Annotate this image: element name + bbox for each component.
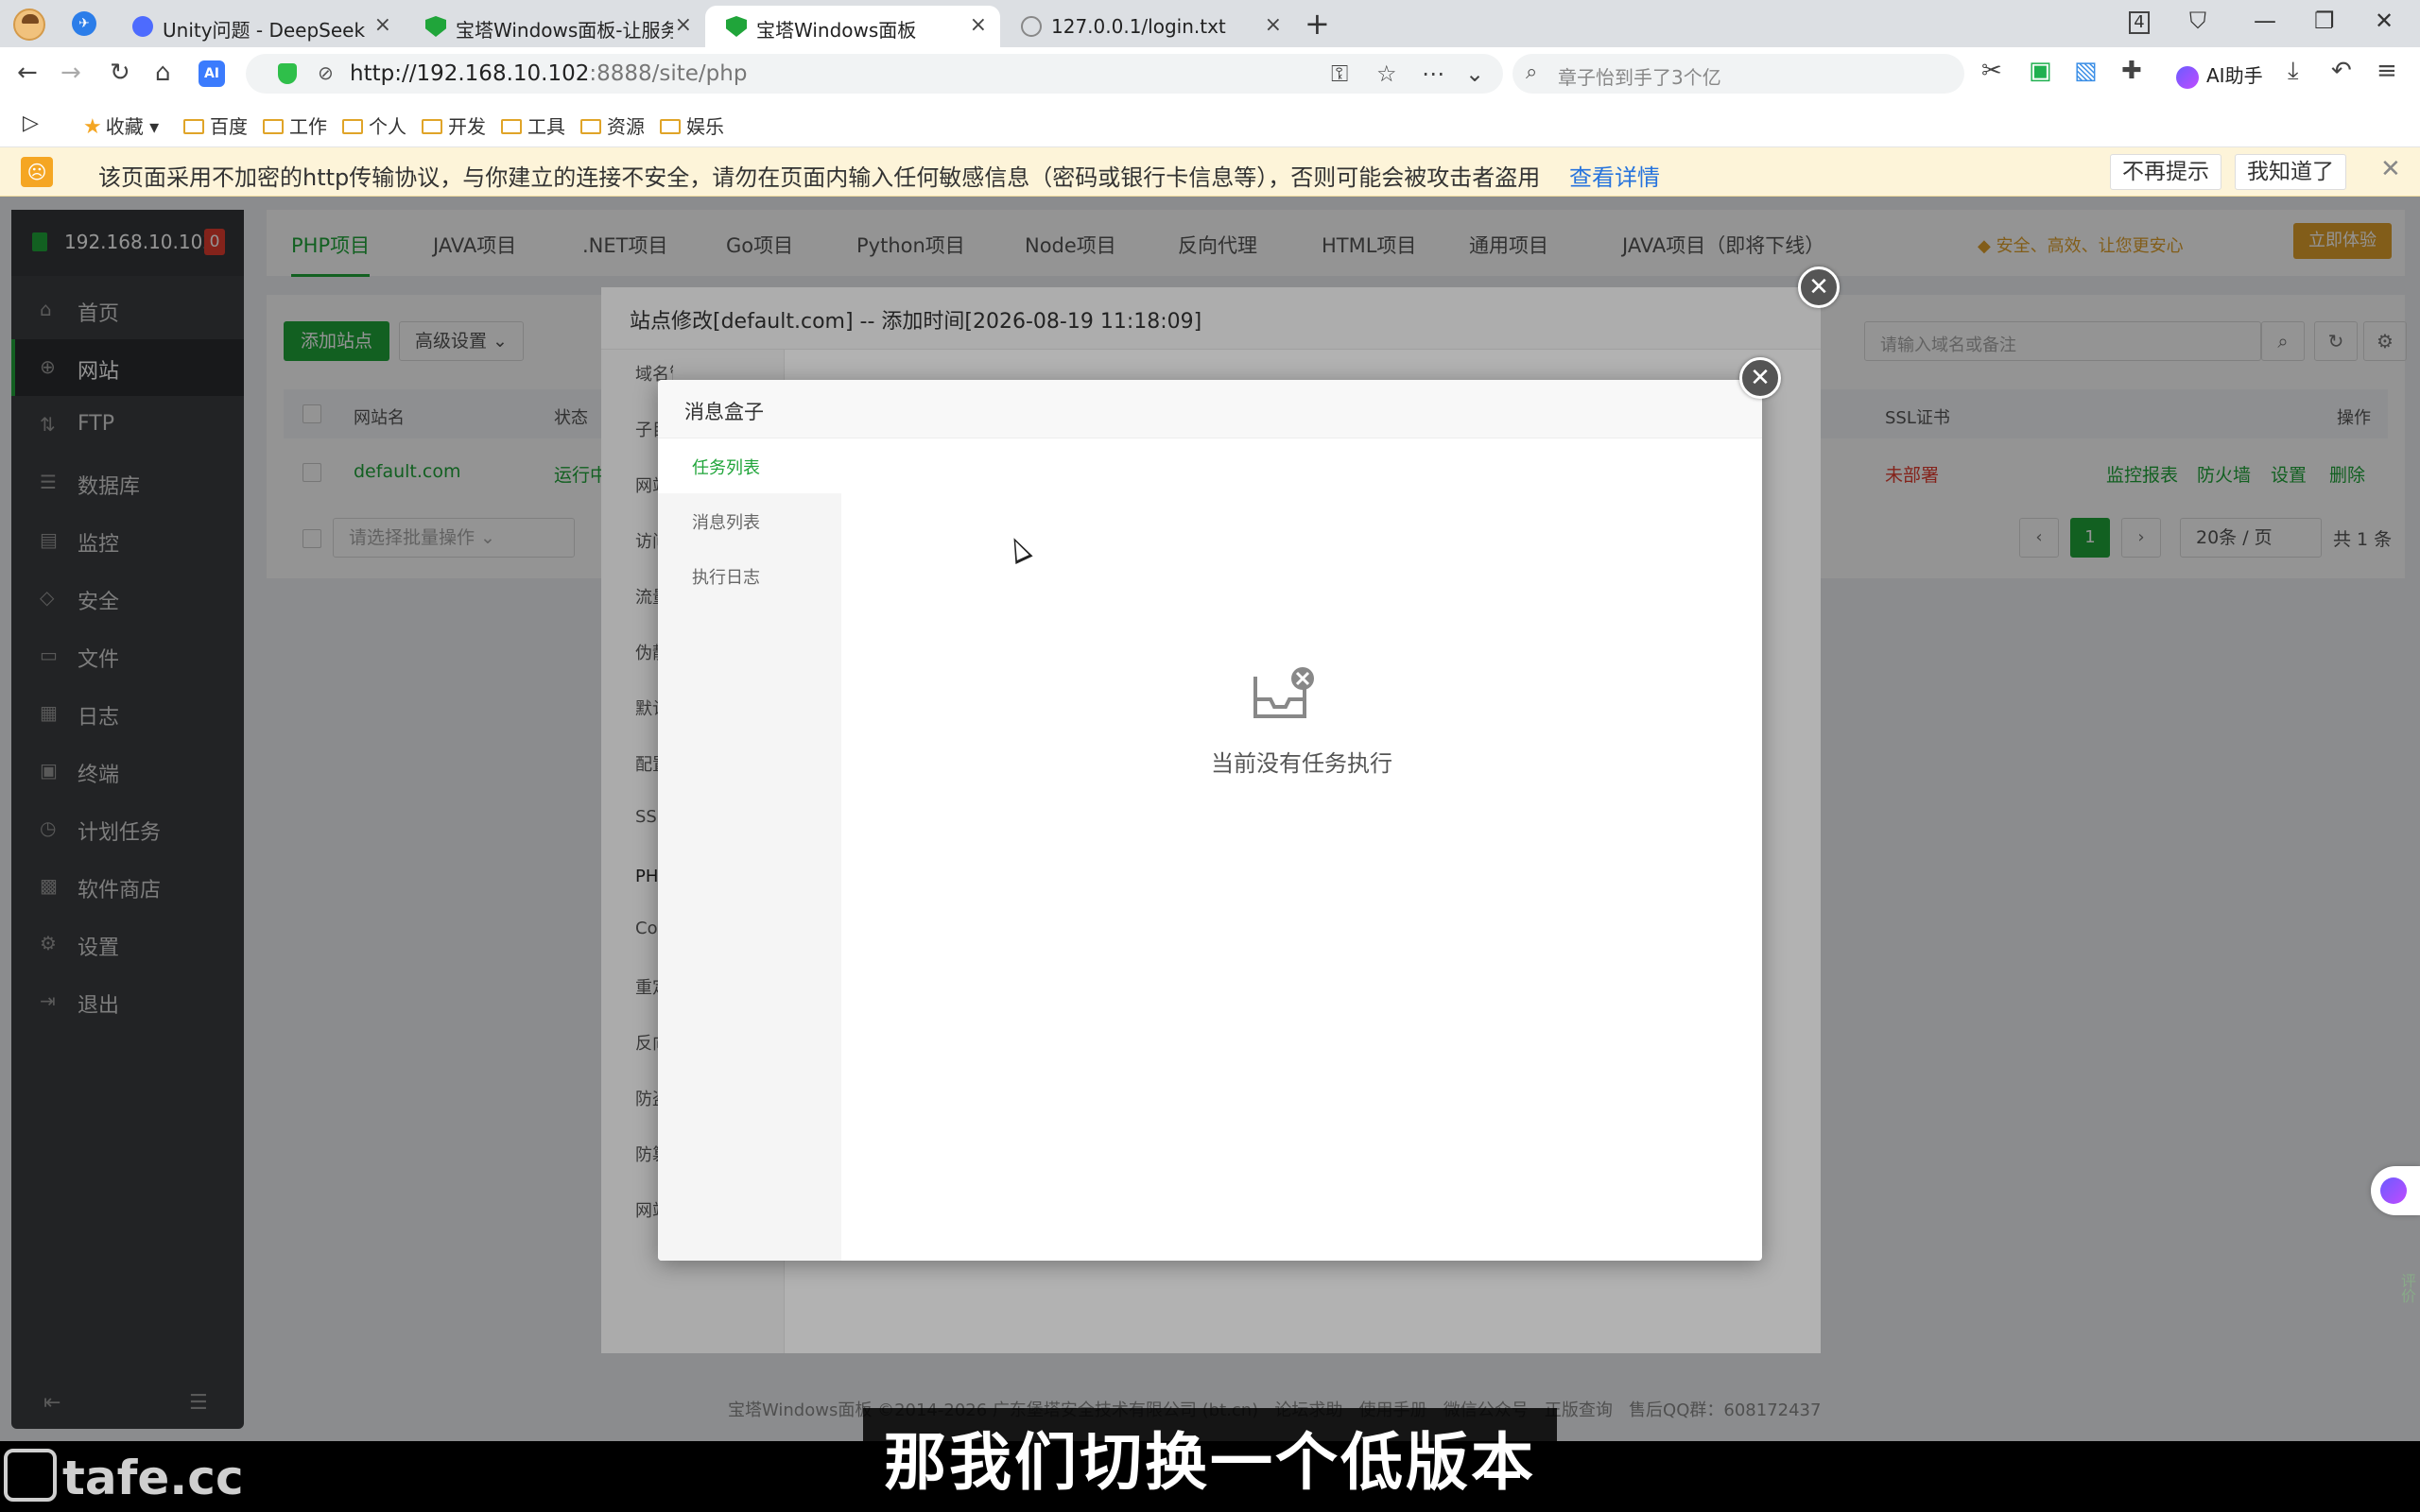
baota-favicon-icon xyxy=(425,16,446,37)
menu-icon[interactable]: ≡ xyxy=(2377,57,2397,85)
video-subtitle: 那我们切换一个低版本 xyxy=(0,1408,2420,1506)
folder-icon xyxy=(183,119,204,134)
key-icon[interactable]: ⚿ xyxy=(1331,60,1348,87)
back-icon[interactable]: ← xyxy=(17,59,38,87)
baota-favicon-icon xyxy=(726,16,747,37)
warning-text: 该页面采用不加密的http传输协议，与你建立的连接不安全，请勿在页面内输入任何敏… xyxy=(98,164,1541,191)
scissors-icon[interactable]: ✂ xyxy=(1981,57,2002,85)
message-box-close-button[interactable]: ✕ xyxy=(1739,357,1781,399)
download-icon[interactable]: ⤓ xyxy=(2288,57,2299,86)
tab-login-txt[interactable]: 127.0.0.1/login.txt × xyxy=(1000,6,1295,47)
folder-icon xyxy=(263,119,284,134)
chevron-down-icon[interactable]: ⌄ xyxy=(1465,60,1484,87)
undo-icon[interactable]: ↶ xyxy=(2331,57,2352,85)
search-icon: ⌕ xyxy=(1526,60,1538,84)
tab-baota-home[interactable]: 宝塔Windows面板-让服务器 × xyxy=(405,6,705,47)
tab-baota-panel[interactable]: 宝塔Windows面板 × xyxy=(705,6,1000,47)
bookmark-folder[interactable]: 工具 xyxy=(501,112,565,139)
tab-count-button[interactable]: 4 xyxy=(2129,11,2150,34)
globe-favicon-icon xyxy=(1021,16,1042,37)
insecure-warning-bar: ☹ 该页面采用不加密的http传输协议，与你建立的连接不安全，请勿在页面内输入任… xyxy=(0,147,2420,197)
deepseek-favicon-icon xyxy=(132,16,153,37)
site-dialog-close-button[interactable]: ✕ xyxy=(1798,266,1840,308)
bookmark-favorites[interactable]: ★ 收藏 ▾ xyxy=(83,112,159,139)
folder-icon xyxy=(422,119,442,134)
forward-icon[interactable]: → xyxy=(60,59,81,87)
tab-close-icon[interactable]: × xyxy=(675,13,692,37)
translate-icon[interactable]: ▧ xyxy=(2074,57,2098,85)
bookmark-folder[interactable]: 娱乐 xyxy=(660,112,724,139)
tab-close-icon[interactable]: × xyxy=(374,13,391,37)
url-box[interactable]: ⊘ http://192.168.10.102:8888/site/php ⚿ … xyxy=(246,54,1503,94)
warning-face-icon: ☹ xyxy=(21,157,53,187)
app-shortcut-icon[interactable]: ✈ xyxy=(72,11,96,36)
folder-icon xyxy=(580,119,601,134)
bookmark-folder[interactable]: 资源 xyxy=(580,112,645,139)
reload-icon[interactable]: ↻ xyxy=(110,59,130,87)
shirt-skin-icon[interactable]: ⛉ xyxy=(2189,8,2206,34)
tab-message-list[interactable]: 消息列表 xyxy=(658,493,841,548)
url-text[interactable]: http://192.168.10.102:8888/site/php xyxy=(350,61,747,86)
security-shield-icon[interactable] xyxy=(278,63,297,84)
insecure-icon[interactable]: ⊘ xyxy=(318,61,334,84)
dont-remind-button[interactable]: 不再提示 xyxy=(2110,154,2221,190)
tab-task-list[interactable]: 任务列表 xyxy=(658,438,841,493)
new-tab-button[interactable]: + xyxy=(1305,6,1330,42)
tab-close-icon[interactable]: × xyxy=(970,13,987,37)
message-box-dialog: 消息盒子 任务列表 消息列表 执行日志 当前没有任务执行 xyxy=(658,380,1762,1261)
floating-ai-icon[interactable] xyxy=(2371,1166,2420,1215)
folder-icon xyxy=(342,119,363,134)
profile-avatar-icon[interactable] xyxy=(13,9,45,41)
empty-state-text: 当前没有任务执行 xyxy=(1211,750,1392,777)
tab-deepseek[interactable]: Unity问题 - DeepSeek × xyxy=(112,6,405,47)
message-box-menu: 任务列表 消息列表 执行日志 xyxy=(658,438,841,1261)
empty-inbox-icon xyxy=(1253,667,1314,718)
home-icon[interactable]: ⌂ xyxy=(155,59,171,87)
message-box-title: 消息盒子 xyxy=(658,380,1762,438)
star-icon: ★ xyxy=(83,115,102,139)
ai-icon[interactable]: AI xyxy=(199,60,225,87)
task-list-content: 当前没有任务执行 xyxy=(841,438,1762,1261)
sidebar-toggle-icon[interactable]: ▷ xyxy=(23,112,39,135)
bookmark-folder[interactable]: 工作 xyxy=(263,112,327,139)
star-icon[interactable]: ☆ xyxy=(1376,60,1397,87)
bookmark-folder[interactable]: 开发 xyxy=(422,112,486,139)
restore-button[interactable]: ❐ xyxy=(2314,8,2335,34)
ai-helper-button[interactable]: AI助手 xyxy=(2176,60,2263,89)
minimize-button[interactable]: — xyxy=(2254,8,2276,34)
bookmark-folder[interactable]: 个人 xyxy=(342,112,406,139)
floating-feedback-button[interactable]: 评价 xyxy=(2378,1246,2416,1331)
bookmarks-bar: ▷ ★ 收藏 ▾ 百度 工作 个人 开发 工具 资源 娱乐 xyxy=(0,100,2420,147)
ai-helper-icon xyxy=(2176,65,2199,89)
got-it-button[interactable]: 我知道了 xyxy=(2235,154,2346,190)
warning-details-link[interactable]: 查看详情 xyxy=(1569,159,1660,192)
folder-icon xyxy=(501,119,522,134)
browser-tab-bar: ✈ Unity问题 - DeepSeek × 宝塔Windows面板-让服务器 … xyxy=(0,0,2420,47)
tab-execution-log[interactable]: 执行日志 xyxy=(658,548,841,603)
close-window-button[interactable]: ✕ xyxy=(2375,8,2394,34)
browser-search-box[interactable]: ⌕ 章子怡到手了3个亿 xyxy=(1512,54,1964,94)
folder-icon xyxy=(660,119,681,134)
more-dots-icon[interactable]: ⋯ xyxy=(1422,60,1444,87)
tab-close-icon[interactable]: × xyxy=(1265,13,1282,37)
extension-icon[interactable]: ✚ xyxy=(2121,57,2142,85)
bookmark-folder[interactable]: 百度 xyxy=(183,112,248,139)
wechat-icon[interactable]: ▣ xyxy=(2029,57,2052,85)
browser-address-bar: ← → ↻ ⌂ AI ⊘ http://192.168.10.102:8888/… xyxy=(0,47,2420,100)
close-icon[interactable]: ✕ xyxy=(2380,155,2401,183)
